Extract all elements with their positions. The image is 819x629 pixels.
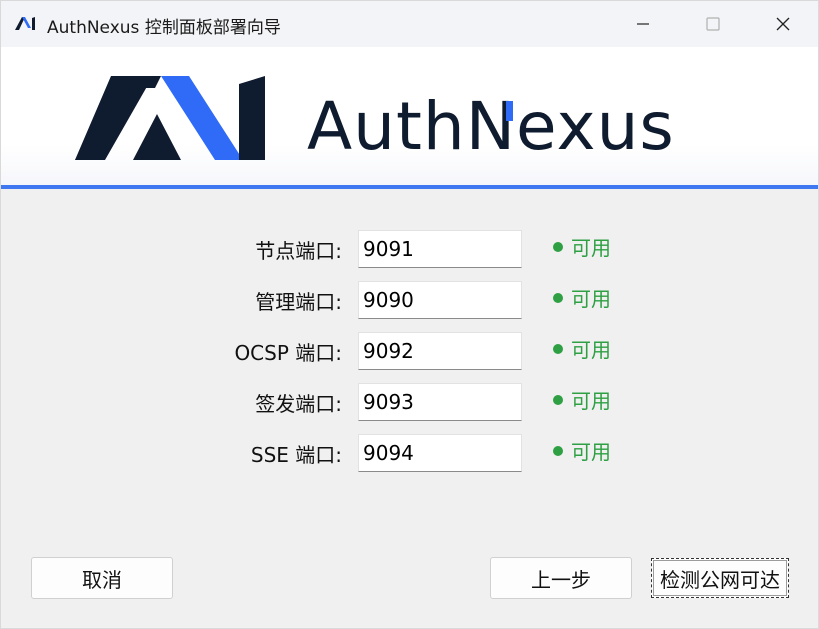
title-bar[interactable]: AuthNexus 控制面板部署向导 — [1, 1, 818, 47]
close-icon — [776, 17, 790, 31]
cancel-button[interactable]: 取消 — [31, 557, 173, 599]
check-public-reachability-button[interactable]: 检测公网可达 — [651, 558, 789, 598]
status-dot-icon — [553, 343, 563, 354]
window-title: AuthNexus 控制面板部署向导 — [47, 18, 281, 38]
app-logo-icon — [15, 17, 35, 30]
status-text: 可用 — [571, 338, 611, 362]
status-text: 可用 — [571, 287, 611, 311]
status-text: 可用 — [571, 236, 611, 260]
port-label: 管理端口: — [255, 290, 342, 314]
port-label: SSE 端口: — [250, 443, 342, 467]
minimize-icon — [637, 23, 649, 25]
port-label: 节点端口: — [255, 239, 342, 263]
maximize-icon — [706, 17, 720, 31]
port-status: 可用 — [553, 232, 611, 261]
brand-logo-mark-icon — [75, 76, 265, 160]
port-input[interactable] — [358, 281, 522, 319]
wizard-window: AuthNexus 控制面板部署向导 AuthNexus 节点端口: 9091 … — [0, 0, 819, 629]
status-dot-icon — [553, 241, 563, 252]
port-input[interactable] — [358, 383, 522, 421]
port-input[interactable] — [358, 230, 522, 268]
port-label: 签发端口: — [255, 392, 342, 416]
port-label: OCSP 端口: — [234, 341, 342, 365]
maximize-button[interactable] — [678, 1, 748, 47]
port-input[interactable] — [358, 332, 522, 370]
brand-wordmark: AuthNexus — [307, 88, 675, 159]
status-dot-icon — [553, 394, 563, 405]
port-input[interactable] — [358, 434, 522, 472]
brand-name-text: AuthNexus — [307, 88, 675, 159]
port-status: 可用 — [553, 283, 611, 312]
minimize-button[interactable] — [608, 1, 678, 47]
back-button[interactable]: 上一步 — [490, 557, 632, 599]
status-text: 可用 — [571, 389, 611, 413]
banner-divider — [1, 185, 818, 189]
close-button[interactable] — [748, 1, 818, 47]
brand-accent-mark — [506, 101, 513, 121]
port-status: 可用 — [553, 334, 611, 363]
status-dot-icon — [553, 292, 563, 303]
port-status: 可用 — [553, 385, 611, 414]
port-status: 可用 — [553, 436, 611, 465]
status-dot-icon — [553, 445, 563, 456]
status-text: 可用 — [571, 440, 611, 464]
